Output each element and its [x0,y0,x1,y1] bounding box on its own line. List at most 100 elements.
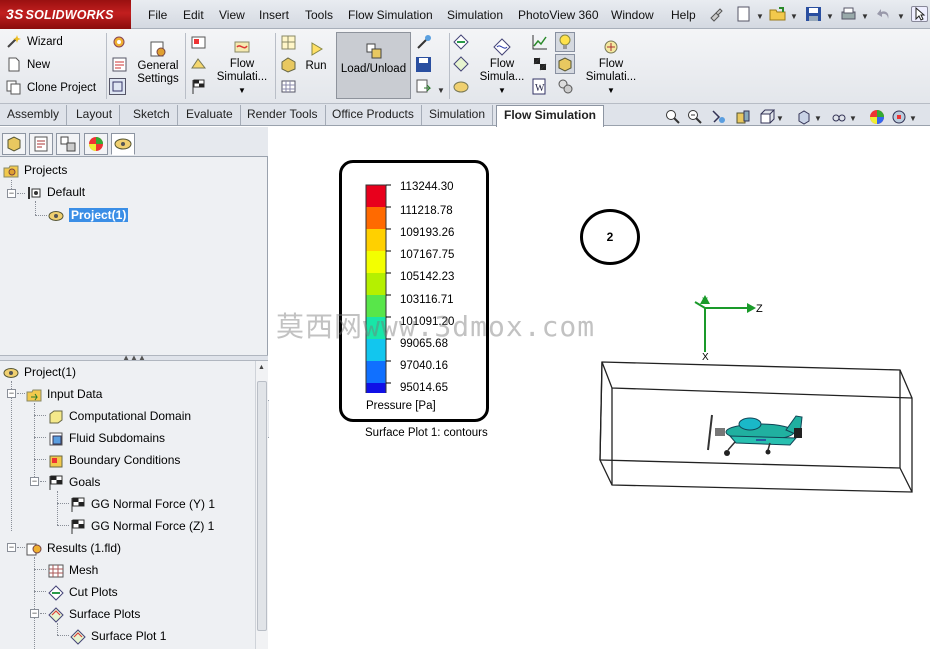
collapse-toggle[interactable]: − [7,389,16,398]
pressure-legend[interactable]: 113244.30 111218.78 109193.26 107167.75 … [339,160,489,422]
scrollbar-thumb[interactable] [257,381,267,631]
view-orientation-icon[interactable] [759,109,776,125]
select-pointer-icon[interactable] [911,6,928,22]
menu-help[interactable]: Help [671,8,696,22]
chevron-down-icon[interactable]: ▼ [814,114,822,123]
collapse-toggle[interactable]: − [30,609,39,618]
select-icon[interactable] [109,78,126,95]
settings-icon[interactable] [111,34,128,51]
previous-view-icon[interactable] [711,109,727,125]
tab-render-tools[interactable]: Render Tools [240,105,326,125]
model-scene[interactable]: Z Y X [590,290,920,500]
new-project-button[interactable]: New [6,56,50,74]
results-display-icon[interactable] [557,78,574,95]
tree-item-input-data[interactable]: Input Data [26,385,102,403]
scroll-up-icon[interactable]: ▲ [258,364,265,371]
clone-project-button[interactable]: Clone Project [6,79,96,97]
load-unload-button[interactable]: Load/Unload [336,32,411,99]
component-control-icon[interactable] [111,56,128,73]
computational-domain-icon[interactable] [280,34,297,51]
tab-office-products[interactable]: Office Products [325,105,422,125]
tab-evaluate[interactable]: Evaluate [179,105,241,125]
new-document-icon[interactable] [735,6,752,22]
surface-plot-icon[interactable] [453,56,470,73]
mesh-icon[interactable] [280,78,297,95]
tree-item-default[interactable]: Default [26,183,85,201]
chevron-down-icon[interactable]: ▼ [826,12,834,21]
tree-item-boundary-conditions[interactable]: Boundary Conditions [48,451,180,469]
zoom-to-fit-icon[interactable] [665,109,681,125]
save-icon[interactable] [805,6,822,22]
pin-icon[interactable] [707,6,724,22]
flow-simulation-tab[interactable] [111,133,135,155]
undo-icon[interactable] [876,6,893,22]
wizard-button[interactable]: Wizard [6,33,63,51]
flow-simulation-dropdown-1[interactable]: Flow Simulati... ▼ [212,38,272,97]
cut-plot-icon[interactable] [453,34,470,51]
menu-simulation[interactable]: Simulation [447,8,503,22]
tree-item-surface-plots[interactable]: Surface Plots [48,605,140,623]
configuration-manager-tab[interactable] [56,133,80,155]
tab-sketch[interactable]: Sketch [126,105,178,125]
report-icon[interactable]: W [531,78,548,95]
tree-item-project-root[interactable]: Project(1) [3,363,76,381]
menu-photoview-360[interactable]: PhotoView 360 [518,8,599,22]
tab-flow-simulation[interactable]: Flow Simulation [496,105,604,127]
tree-item-mesh[interactable]: Mesh [48,561,98,579]
tab-layout[interactable]: Layout [69,105,121,125]
goal-plot-icon[interactable] [531,56,548,73]
solidworks-logo[interactable]: 3S SOLIDWORKS [0,0,131,29]
property-manager-tab[interactable] [29,133,53,155]
menu-file[interactable]: File [148,8,167,22]
probe-icon[interactable] [415,34,432,51]
flow-simulation-dropdown-3[interactable]: Flow Simulati... ▼ [582,38,640,97]
geometry-check-icon[interactable] [190,56,207,73]
tab-assembly[interactable]: Assembly [0,105,68,125]
lightbulb-icon[interactable] [555,32,575,52]
chevron-down-icon[interactable]: ▼ [756,12,764,21]
collapse-toggle[interactable]: − [7,189,16,198]
flow-simulation-dropdown-2[interactable]: Flow Simula... ▼ [474,38,530,97]
tree-item-project-1[interactable]: Project(1) [48,206,129,224]
goal-flag-icon[interactable] [190,78,207,95]
tree-item-computational-domain[interactable]: Computational Domain [48,407,191,425]
xy-plot-icon[interactable] [531,34,548,51]
display-style-icon[interactable] [796,109,812,125]
chevron-down-icon[interactable]: ▼ [776,114,784,123]
tree-item-surface-plot-1[interactable]: Surface Plot 1 [70,627,166,645]
menu-window[interactable]: Window [611,8,654,22]
tree-item-projects[interactable]: Projects [3,161,67,179]
tab-simulation[interactable]: Simulation [422,105,494,125]
tree-item-goal-normal-force-y[interactable]: GG Normal Force (Y) 1 [70,495,215,513]
general-settings-button[interactable]: General Settings [133,40,183,86]
tree-item-goals[interactable]: Goals [48,473,100,491]
chevron-down-icon[interactable]: ▼ [897,12,905,21]
chevron-down-icon[interactable]: ▼ [861,12,869,21]
save-results-icon[interactable] [415,56,432,73]
hide-show-items-icon[interactable] [831,109,847,125]
scene-icon[interactable] [891,109,907,125]
menu-edit[interactable]: Edit [183,8,204,22]
display-manager-tab[interactable] [84,133,108,155]
chevron-down-icon[interactable]: ▼ [437,86,445,95]
section-view-icon[interactable] [735,109,751,125]
chevron-down-icon[interactable]: ▼ [849,114,857,123]
collapse-toggle[interactable]: − [30,477,39,486]
print-icon[interactable] [840,6,857,22]
collapse-toggle[interactable]: − [7,543,16,552]
export-results-icon[interactable] [415,78,432,95]
feature-manager-tab[interactable] [2,133,26,155]
tree-item-fluid-subdomains[interactable]: Fluid Subdomains [48,429,165,447]
calculation-control-icon[interactable] [190,34,207,51]
isosurface-icon[interactable] [453,78,470,95]
chevron-down-icon[interactable]: ▼ [909,114,917,123]
run-button[interactable]: Run [300,40,332,73]
tree-item-goal-normal-force-z[interactable]: GG Normal Force (Z) 1 [70,517,214,535]
open-folder-icon[interactable] [769,6,786,22]
fluid-subdomain-icon[interactable] [280,56,297,73]
menu-insert[interactable]: Insert [259,8,289,22]
tree-item-cut-plots[interactable]: Cut Plots [48,583,118,601]
menu-tools[interactable]: Tools [305,8,333,22]
tree-item-results[interactable]: Results (1.fld) [26,539,121,557]
transparency-icon[interactable] [555,54,575,74]
